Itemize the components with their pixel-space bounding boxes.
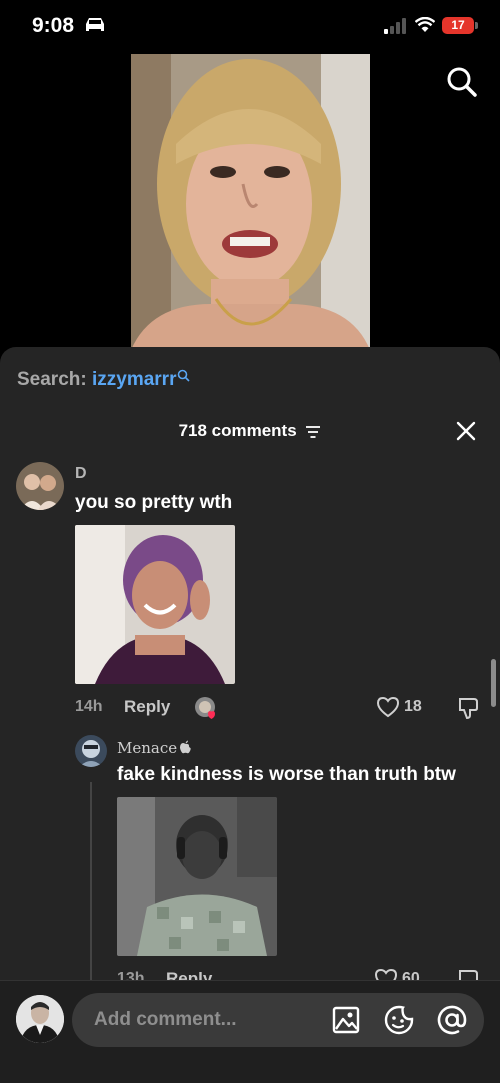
dislike-icon[interactable]: [456, 696, 480, 720]
emoji-sticker-icon[interactable]: [383, 1004, 415, 1036]
like-count: 18: [404, 698, 422, 715]
search-small-icon: [178, 369, 191, 382]
video-frame[interactable]: [131, 54, 370, 350]
search-suggestion[interactable]: Search: izzymarrr: [17, 369, 191, 391]
close-icon[interactable]: [455, 420, 477, 442]
status-time: 9:08: [32, 14, 75, 37]
avatar[interactable]: [75, 735, 107, 767]
heart-badge-icon: [208, 711, 215, 719]
comments-header: 718 comments: [0, 421, 500, 441]
reply-button[interactable]: Reply: [124, 697, 170, 717]
avatar[interactable]: [16, 462, 64, 510]
comment-text: you so pretty wth: [75, 492, 233, 513]
comment-username[interactable]: D: [75, 465, 87, 483]
user-avatar[interactable]: [16, 995, 64, 1043]
filter-icon[interactable]: [305, 425, 321, 439]
wifi-icon: [415, 17, 435, 32]
scrollbar[interactable]: [491, 659, 496, 707]
signal-icon: [384, 18, 406, 34]
mention-icon[interactable]: [436, 1004, 468, 1036]
search-icon[interactable]: [446, 66, 478, 98]
comment-username[interactable]: Menace: [117, 739, 192, 757]
comment-composer: [0, 980, 500, 1083]
status-bar: 9:08 17: [0, 0, 500, 54]
search-prefix: Search:: [17, 369, 87, 390]
comment-image[interactable]: [117, 797, 277, 956]
heart-icon[interactable]: [376, 696, 400, 718]
search-term-link[interactable]: izzymarrr: [92, 369, 177, 390]
creator-liked-badge: [194, 696, 218, 720]
comment-text: fake kindness is worse than truth btw: [117, 764, 456, 785]
car-icon: [86, 18, 104, 31]
comment-time: 14h: [75, 698, 103, 715]
apple-icon: [180, 740, 191, 754]
comment-image[interactable]: [75, 525, 235, 684]
video-thumbnail: [131, 54, 370, 350]
battery-indicator: 17: [442, 17, 478, 34]
image-icon[interactable]: [330, 1004, 362, 1036]
comments-sheet: Search: izzymarrr 718 comments D you so …: [0, 347, 500, 1083]
comment-input[interactable]: [72, 993, 484, 1047]
reply-thread-line: [90, 782, 92, 992]
comments-count: 718 comments: [178, 421, 297, 440]
